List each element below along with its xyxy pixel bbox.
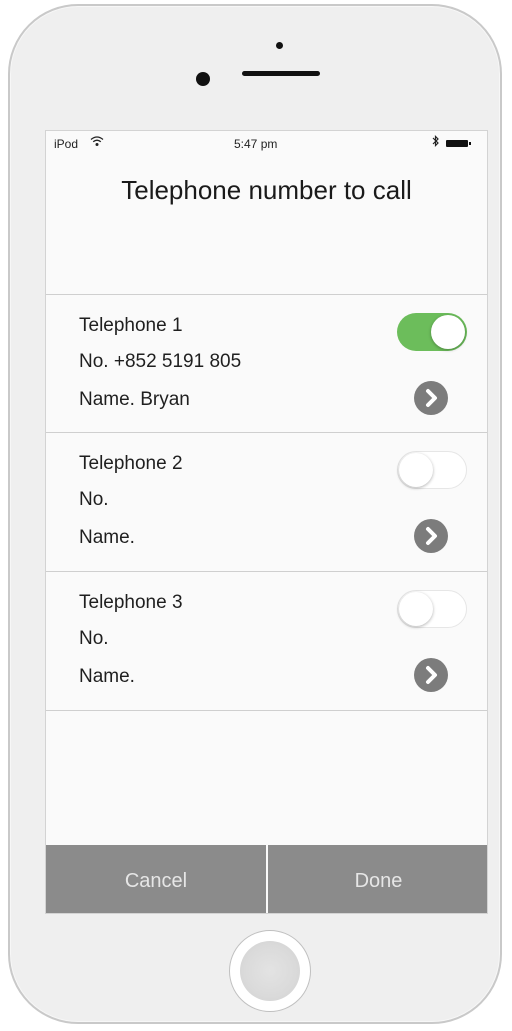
phone-heading: Telephone 3	[79, 592, 183, 613]
front-camera	[196, 72, 210, 86]
phone-heading: Telephone 1	[79, 315, 183, 336]
proximity-sensor	[276, 42, 283, 49]
phone-number: No. +852 5191 805	[79, 351, 242, 372]
status-time: 5:47 pm	[234, 137, 278, 151]
enable-toggle-2[interactable]	[397, 451, 467, 489]
bluetooth-icon	[432, 135, 440, 150]
phone-name: Name.	[79, 527, 135, 548]
toggle-knob	[431, 315, 465, 349]
home-button[interactable]	[229, 930, 311, 1012]
app-screen: iPod 5:47 pm Telephone number to call Te…	[45, 130, 488, 914]
enable-toggle-1[interactable]	[397, 313, 467, 351]
phone-name: Name. Bryan	[79, 389, 190, 410]
phone-entry-1[interactable]: Telephone 1 No. +852 5191 805 Name. Brya…	[46, 294, 487, 432]
phone-number: No.	[79, 628, 109, 649]
battery-icon	[446, 140, 471, 147]
phone-entry-3[interactable]: Telephone 3 No. Name.	[46, 571, 487, 709]
home-button-face	[240, 941, 300, 1001]
phone-entry-2[interactable]: Telephone 2 No. Name.	[46, 432, 487, 570]
phone-name: Name.	[79, 666, 135, 687]
chevron-right-icon[interactable]	[414, 519, 448, 553]
enable-toggle-3[interactable]	[397, 590, 467, 628]
done-button[interactable]: Done	[268, 845, 487, 913]
action-bar: Cancel Done	[46, 845, 487, 913]
phone-number: No.	[79, 489, 109, 510]
phone-heading: Telephone 2	[79, 453, 183, 474]
cancel-button[interactable]: Cancel	[46, 845, 266, 913]
wifi-icon	[90, 135, 104, 150]
carrier-label: iPod	[54, 137, 79, 151]
toggle-knob	[399, 592, 433, 626]
status-bar: iPod 5:47 pm	[46, 131, 487, 157]
page-title: Telephone number to call	[121, 175, 412, 205]
list-divider	[46, 710, 487, 711]
chevron-right-icon[interactable]	[414, 658, 448, 692]
earpiece-speaker	[242, 71, 320, 76]
chevron-right-icon[interactable]	[414, 381, 448, 415]
toggle-knob	[399, 453, 433, 487]
